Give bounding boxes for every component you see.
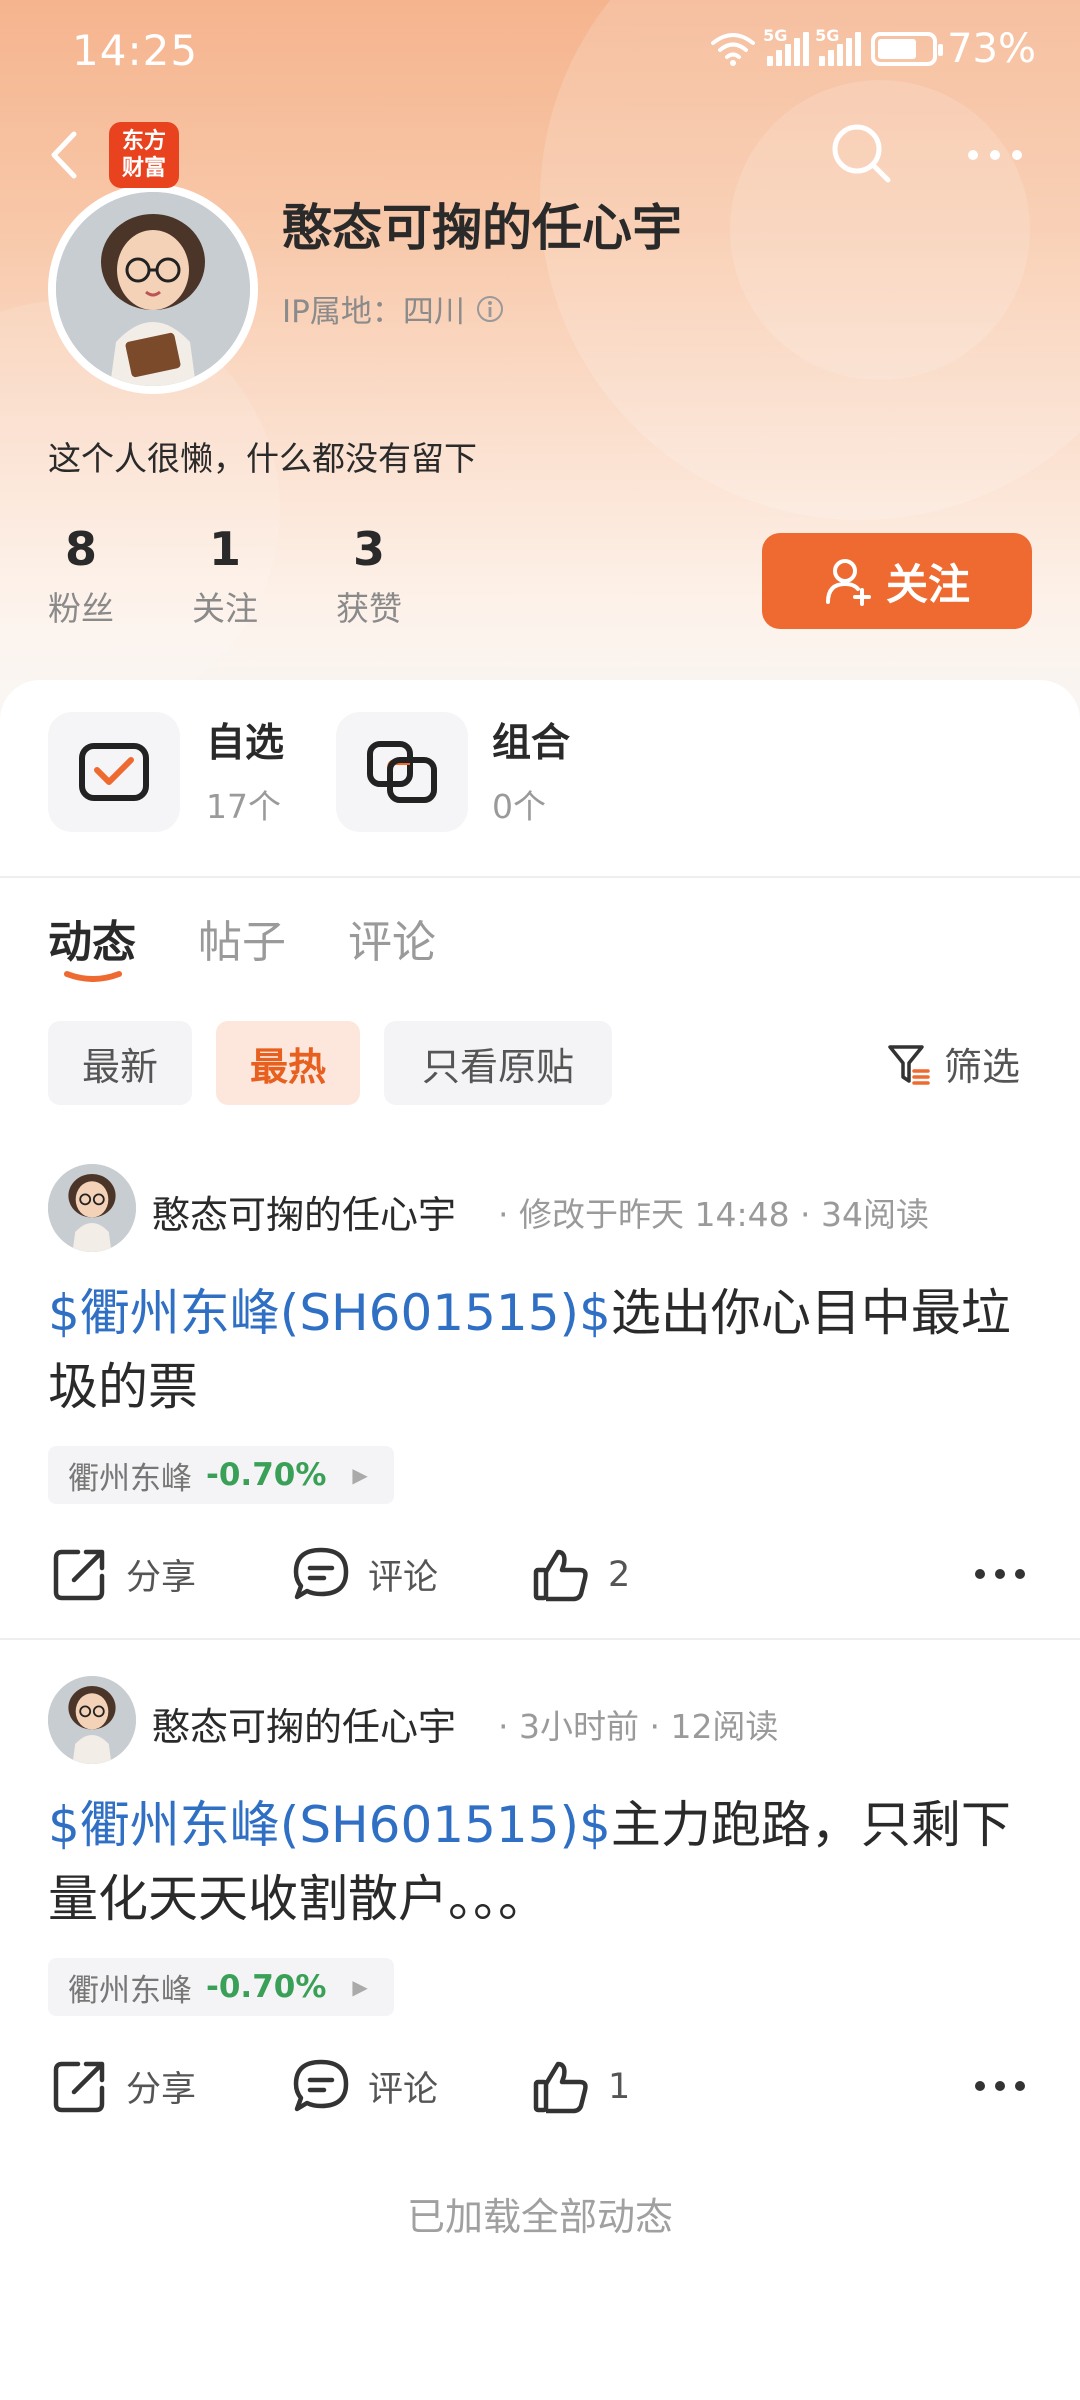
follow-button[interactable]: 关注 [762,533,1032,629]
ip-location-label: IP属地：四川 [282,294,465,330]
more-icon[interactable] [970,1564,1030,1584]
avatar[interactable] [48,184,258,394]
divider [0,1638,1080,1640]
comment-icon [293,2059,349,2112]
post-author-name[interactable]: 憨态可掬的任心宇 [152,1184,456,1239]
chip-latest[interactable]: 最新 [48,1021,192,1105]
post-content[interactable]: $衢州东峰(SH601515)$选出你心目中最垃圾的票 [48,1276,1038,1424]
stat-fans[interactable]: 8 粉丝 [48,522,114,630]
add-user-icon [825,559,871,606]
like-icon [533,1549,588,1602]
portfolio-count: 0个 [492,787,546,826]
divider [0,876,1080,878]
post-meta: · 3小时前 · 12阅读 [498,1707,779,1746]
tab-posts[interactable]: 帖子 [198,906,286,970]
filter-label: 筛选 [944,1045,1021,1089]
stock-tag-change: -0.70% [206,1969,327,2005]
search-icon[interactable] [826,118,896,188]
ip-location: IP属地：四川 [282,286,505,331]
filter-icon [888,1044,930,1085]
watchlist-shortcut[interactable] [48,712,180,832]
watchlist-count: 17个 [206,787,281,826]
comment-label: 评论 [368,1557,439,1598]
watchlist-icon [79,743,149,801]
chip-original-only[interactable]: 只看原贴 [384,1021,612,1105]
like-count: 2 [608,1555,631,1595]
portfolio-shortcut[interactable] [336,712,468,832]
profile-bio: 这个人很懒，什么都没有留下 [48,439,477,478]
more-icon[interactable] [970,2076,1030,2096]
watchlist-title[interactable]: 自选 [206,712,284,768]
more-icon[interactable] [965,140,1025,170]
tab-comments[interactable]: 评论 [348,906,436,970]
stock-tag-name: 衢州东峰 [68,1460,192,1497]
profile-username: 憨态可掬的任心宇 [282,199,682,257]
post-author-name[interactable]: 憨态可掬的任心宇 [152,1696,456,1751]
like-icon [533,2061,588,2114]
stock-tag[interactable]: 衢州东峰 -0.70% ▶ [48,1958,394,2016]
portfolio-title[interactable]: 组合 [492,712,570,768]
chevron-right-icon: ▶ [352,1975,368,1999]
post-content[interactable]: $衢州东峰(SH601515)$主力跑路，只剩下量化天天收割散户。。。 [48,1788,1038,1936]
comment-button[interactable]: 评论 [292,1546,438,1602]
stock-tag[interactable]: 衢州东峰 -0.70% ▶ [48,1446,394,1504]
battery-icon [871,32,944,66]
post-author-avatar[interactable] [48,1164,136,1252]
like-count: 1 [608,2067,631,2107]
status-time: 14:25 [72,26,199,75]
chip-hottest[interactable]: 最热 [216,1021,360,1105]
tab-active-indicator [64,971,122,982]
post-meta: · 修改于昨天 14:48 · 34阅读 [498,1195,930,1234]
follow-button-label: 关注 [885,559,970,609]
stock-link[interactable]: $衢州东峰(SH601515)$ [48,1796,611,1854]
content-sheet [0,680,1080,2400]
comment-icon [293,1547,349,1600]
share-button[interactable]: 分享 [52,1546,196,1602]
battery-percent: 73% [947,26,1036,72]
share-label: 分享 [126,1557,197,1598]
stock-tag-change: -0.70% [206,1457,327,1493]
like-button[interactable]: 1 [532,2058,630,2116]
comment-label: 评论 [368,2069,439,2110]
share-button[interactable]: 分享 [52,2058,196,2114]
portfolio-icon [367,741,437,803]
stock-tag-name: 衢州东峰 [68,1972,192,2009]
like-button[interactable]: 2 [532,1546,630,1604]
tab-activity[interactable]: 动态 [48,906,136,970]
brand-logo: 东方 财富 [109,122,179,188]
chevron-right-icon: ▶ [352,1463,368,1487]
load-complete-text: 已加载全部动态 [406,2195,673,2239]
comment-button[interactable]: 评论 [292,2058,438,2114]
wifi-icon [711,33,756,66]
avatar-illustration [56,192,250,386]
stat-following[interactable]: 1 关注 [192,522,258,630]
back-icon[interactable] [40,120,90,190]
info-icon[interactable] [475,294,505,324]
stock-link[interactable]: $衢州东峰(SH601515)$ [48,1284,611,1342]
share-icon [53,1549,105,1601]
post-author-avatar[interactable] [48,1676,136,1764]
share-icon [53,2061,105,2113]
share-label: 分享 [126,2069,197,2110]
status-bar: 14:25 5G 5G 73% [0,0,1080,100]
filter-button[interactable]: 筛选 [886,1036,1020,1091]
signal-icon: 5G [815,26,862,66]
signal-icon: 5G [763,26,810,66]
stat-likes[interactable]: 3 获赞 [336,522,402,630]
